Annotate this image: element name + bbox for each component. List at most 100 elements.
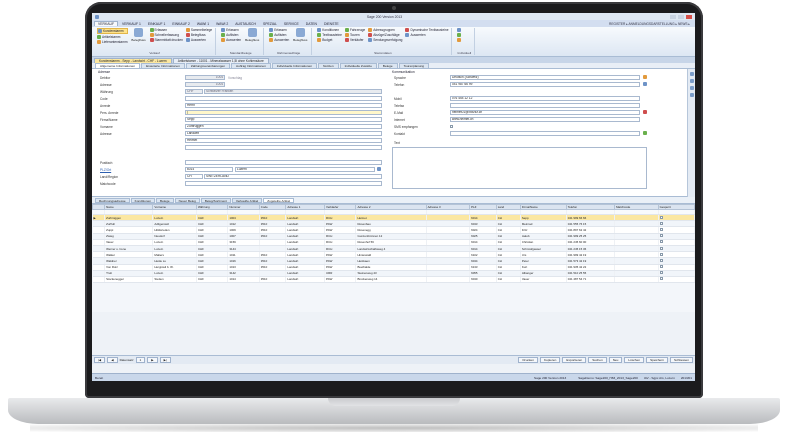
ribbon-button-erfassen[interactable]: Erfassen <box>269 28 289 32</box>
pers-anrede-field[interactable]: | <box>185 110 382 115</box>
ribbon-button-textbausteine[interactable]: Textbausteine <box>317 33 342 37</box>
phone-icon[interactable] <box>643 82 647 86</box>
ribbon-button-schnellerfassung[interactable]: Schnellerfassung <box>149 33 183 37</box>
maximize-icon[interactable] <box>678 14 684 19</box>
tab-auftrag-informationen[interactable]: Auftrag Informationen <box>231 63 271 68</box>
minimize-icon[interactable] <box>670 14 676 19</box>
ribbon-button-touren[interactable]: Touren <box>344 33 365 37</box>
tab-belege[interactable]: Belege <box>377 63 398 68</box>
tab-allgemeine-informationen[interactable]: Allgemeine Informationen <box>95 63 141 68</box>
mobil-field[interactable]: 076 454 12 12 <box>450 96 640 101</box>
drucken-button[interactable]: Drucken <box>518 357 538 363</box>
side-tool-2-icon[interactable] <box>689 79 694 83</box>
ribbon-button-adressgruppen[interactable]: Adressgruppen <box>368 28 402 32</box>
next-record-button[interactable]: ▶ <box>147 357 158 363</box>
kopieren-button[interactable]: Kopieren <box>539 357 561 363</box>
ribbon-button-auswerten[interactable]: Auswerten <box>405 33 448 37</box>
ribbon-button-erfassen[interactable]: Erfassen <box>149 28 183 32</box>
telefax-field[interactable] <box>450 103 640 108</box>
ribbon-button-budget[interactable]: Budget <box>317 38 342 42</box>
email-icon[interactable] <box>643 110 647 114</box>
ribbon-button-blank[interactable] <box>457 33 462 37</box>
suchen-button[interactable]: Suchen <box>588 357 607 363</box>
ribbon-button-sammelbelege[interactable]: Sammelbelege <box>185 28 212 32</box>
ribbon-big-button-belegfluss[interactable]: Belegfluss <box>131 28 147 51</box>
tab-erweiterte-informationen[interactable]: Erweiterte Informationen <box>141 63 185 68</box>
land-field[interactable]: CH <box>185 174 203 179</box>
telefon-field[interactable]: 041 987 66 99 <box>450 82 640 87</box>
ribbon-button-dynamische-textbausteine[interactable]: Dynamische Textbausteine <box>405 28 448 32</box>
sms-checkbox[interactable] <box>450 125 453 128</box>
tab-individuelle-informationen[interactable]: Individuelle Informationen <box>271 63 318 68</box>
last-record-button[interactable]: ▶| <box>159 357 171 363</box>
ort-search-icon[interactable] <box>377 167 381 171</box>
ribbon-button-abz-ge-zuschl-ge[interactable]: Abzüge/Zuschläge <box>368 33 402 37</box>
ribbon-button-kundenstamm[interactable]: Kundenstamm <box>97 28 128 34</box>
tab-konditionen[interactable]: Konditionen <box>130 197 156 203</box>
sprache-select[interactable]: Deutsch (Schweiz) <box>450 75 640 80</box>
ribbon-big-button-belegfluss[interactable]: Belegfluss <box>244 28 260 51</box>
gesperrt-checkbox[interactable] <box>659 227 663 231</box>
plz-ort-link[interactable]: PLZ/Ort <box>100 168 111 172</box>
tab-belege[interactable]: Belege <box>156 197 174 203</box>
record-number[interactable]: 1 <box>135 357 146 363</box>
side-tool-4-icon[interactable] <box>689 93 694 97</box>
close-icon[interactable] <box>686 14 692 19</box>
l-schen-button[interactable]: Löschen <box>624 357 645 363</box>
email-field[interactable]: heimet01@xxxzzz.ch <box>450 110 640 115</box>
ribbon-button-belegfluss[interactable]: Belegfluss <box>185 33 212 37</box>
gesperrt-checkbox[interactable] <box>659 246 663 250</box>
tab-tourenplanung[interactable]: Tourenplanung <box>398 63 430 68</box>
ribbon-button-artikelstamm[interactable]: Artikelstamm <box>97 35 128 39</box>
tab-verkaufte-artikel[interactable]: Verkaufte Artikel <box>231 197 263 203</box>
tab-beleg-sortiment[interactable]: Beleg/Sortiment <box>200 197 231 203</box>
tab-neuer-beleg[interactable]: Neuer Beleg <box>174 197 200 203</box>
gesperrt-checkbox[interactable] <box>659 221 663 225</box>
ribbon-button-blank[interactable] <box>457 28 462 32</box>
adresse-line2-field[interactable]: Heimet <box>185 138 382 143</box>
menu-verkauf-1[interactable]: VERKAUF 1 <box>119 22 144 26</box>
neu-button[interactable]: Neu <box>608 357 623 363</box>
land-name-select[interactable]: SWITZERLAND <box>204 174 382 179</box>
menu-verkauf[interactable]: VERKAUF <box>94 21 119 26</box>
gesperrt-checkbox[interactable] <box>659 252 663 256</box>
ribbon-button-verk-ufer[interactable]: Verkäufer <box>344 38 365 42</box>
speichern-button[interactable]: Speichern <box>646 357 669 363</box>
table-row[interactable]: Stockenegger Stetten CHF 1014 3510 Landwirt PA… <box>92 276 695 284</box>
menu-service[interactable]: SERVICE <box>281 22 302 26</box>
ribbon-button-auswerten[interactable]: Auswerten <box>185 38 212 42</box>
side-tool-3-icon[interactable] <box>689 86 694 90</box>
ribbon-button-stammblatt-drucken[interactable]: Stammblatt drucken <box>149 38 183 42</box>
tab-notizen[interactable]: Notizen <box>318 63 339 68</box>
ribbon-button-auswerten[interactable]: Auswerten <box>221 38 241 42</box>
menu-right-links[interactable]: REGISTER ▸ ANMELDUNGSDARSTELLUNG ▸ NEWS … <box>609 22 693 26</box>
waehrung-field[interactable]: CHF <box>185 89 203 94</box>
ort-field[interactable]: Luzern <box>235 167 375 172</box>
ribbon-button-erfassen[interactable]: Erfassen <box>221 28 241 32</box>
kontakt-add-icon[interactable] <box>643 131 647 135</box>
menu-wawi-1[interactable]: WAWI 1 <box>194 22 212 26</box>
gesperrt-checkbox[interactable] <box>659 258 663 262</box>
ribbon-button-sendungsverfolgung[interactable]: Sendungsverfolgung <box>368 38 402 42</box>
prev-record-button[interactable]: ◀ <box>107 357 118 363</box>
gesperrt-checkbox[interactable] <box>659 277 663 281</box>
adresse-line3-field[interactable] <box>185 145 382 150</box>
first-record-button[interactable]: |◀ <box>94 357 106 363</box>
menu-spezial[interactable]: SPEZIAL <box>260 22 280 26</box>
ribbon-button-blank[interactable] <box>457 38 462 42</box>
ribbon-button-lieferantenstamm[interactable]: Lieferantenstamm <box>97 40 128 44</box>
matchcode-field[interactable] <box>185 181 382 186</box>
ribbon-button-auflisten[interactable]: Auflisten <box>269 33 289 37</box>
anrede-field[interactable]: Herrn <box>185 103 382 108</box>
ribbon-button-auflisten[interactable]: Auflisten <box>221 33 241 37</box>
ribbon-button-konditionen[interactable]: Konditionen <box>317 28 342 32</box>
code-select[interactable] <box>185 96 382 101</box>
text-area[interactable] <box>392 147 647 189</box>
debitor-field[interactable]: 1004 <box>185 75 225 80</box>
postfach-field[interactable] <box>185 160 382 165</box>
menu-wawi-2[interactable]: WAWI 2 <box>213 22 231 26</box>
vorname-field[interactable]: Zurbrüggen <box>185 124 382 129</box>
kontakt-select[interactable] <box>450 131 640 136</box>
ribbon-button-auswerten[interactable]: Auswerten <box>269 38 289 42</box>
tab-zugeteilte-artikel[interactable]: Zugeteilte Artikel <box>263 197 295 203</box>
